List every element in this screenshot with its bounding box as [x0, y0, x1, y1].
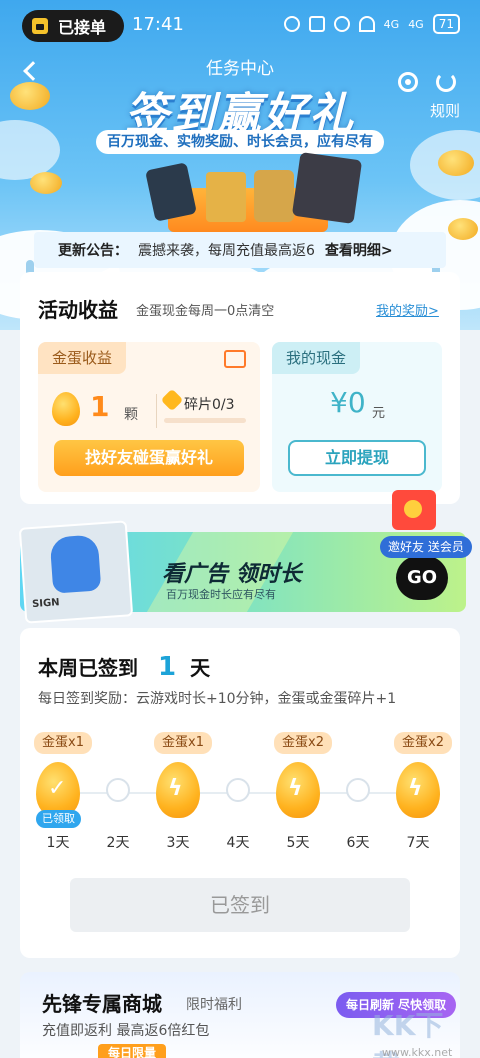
- check-icon: ✓: [48, 776, 67, 801]
- day-label: 1天: [46, 835, 70, 851]
- robot-mascot-icon: [49, 534, 102, 594]
- day-label: 5天: [286, 835, 310, 851]
- go-button[interactable]: GO: [396, 556, 448, 600]
- claimed-badge: 已领取: [36, 810, 81, 828]
- egg-count: 1: [90, 390, 110, 423]
- coin-decoration: [438, 150, 474, 176]
- order-status-label: 已接单: [58, 18, 107, 37]
- phone-image: [145, 162, 197, 222]
- golden-egg-icon: ϟ: [396, 762, 440, 818]
- signin-card: 本周已签到 1 天 每日签到奖励：云游戏时长+10分钟，金蛋或金蛋碎片+1 金蛋…: [20, 628, 460, 958]
- day-dot: [346, 778, 370, 802]
- signed-in-button[interactable]: 已签到: [70, 878, 410, 932]
- envelope-seal-icon: [404, 500, 422, 518]
- shop-title: 先锋专属商城: [42, 992, 162, 1016]
- ad-title: 看广告 领时长: [162, 562, 302, 587]
- fragment-progress-bar: [164, 418, 246, 423]
- earnings-card: 活动收益 金蛋现金每周一0点清空 我的奖励> 金蛋收益 1 颗 碎片0/3 找好…: [20, 272, 460, 504]
- system-icons: 4G 4G 71: [283, 14, 460, 34]
- signal-2-icon: 4G: [408, 17, 424, 31]
- day-dot: [106, 778, 130, 802]
- battery-icon: 71: [432, 14, 460, 34]
- status-bar: 已接单 17:41 4G 4G 71: [0, 0, 480, 50]
- sign-card-image: SIGN: [18, 520, 134, 624]
- shop-description: 充值即返利 最高返6倍红包: [42, 1023, 210, 1039]
- signin-title-pre: 本周已签到: [38, 656, 138, 680]
- divider: [156, 394, 157, 428]
- golden-egg-icon: ϟ: [276, 762, 320, 818]
- day-reward-tag: 金蛋x1: [154, 732, 212, 754]
- cash-box: 我的现金 ¥0 元 立即提现: [272, 342, 442, 492]
- card-image: [206, 172, 246, 222]
- card-image: [254, 170, 294, 222]
- watermark-url: www.kkx.net: [382, 1046, 453, 1058]
- withdraw-button[interactable]: 立即提现: [288, 440, 426, 476]
- daily-limited-tag: 每日限量: [98, 1044, 167, 1058]
- cash-amount: ¥0: [330, 386, 366, 419]
- ad-subtitle: 百万现金时长应有尽有: [166, 588, 276, 601]
- prize-illustration: [128, 150, 363, 232]
- egg-earnings-label: 金蛋收益: [38, 342, 127, 374]
- lightning-icon: ϟ: [168, 776, 183, 801]
- signin-title-post: 天: [190, 656, 211, 680]
- lightning-icon: ϟ: [408, 776, 423, 801]
- coin-decoration: [30, 172, 62, 194]
- alarm-icon: [283, 16, 300, 32]
- briefcase-icon: [32, 18, 48, 34]
- fragment-label: 碎片0/3: [184, 397, 235, 413]
- day-label: 2天: [106, 835, 130, 851]
- egg-earnings-box: 金蛋收益 1 颗 碎片0/3 找好友碰蛋赢好礼: [38, 342, 260, 492]
- notice-detail-link[interactable]: 查看明细>: [325, 240, 393, 260]
- earnings-title: 活动收益: [38, 298, 118, 322]
- cash-unit: 元: [372, 406, 386, 421]
- red-envelope-icon: [392, 490, 436, 530]
- wifi-icon: [358, 16, 375, 32]
- day-label: 6天: [346, 835, 370, 851]
- signin-description: 每日签到奖励：云游戏时长+10分钟，金蛋或金蛋碎片+1: [38, 691, 397, 707]
- lightning-icon: ϟ: [288, 776, 303, 801]
- egg-unit: 颗: [124, 407, 138, 423]
- day-label: 7天: [406, 835, 430, 851]
- day-label: 4天: [226, 835, 250, 851]
- invite-badge[interactable]: 邀好友 送会员: [380, 536, 472, 558]
- cash-label: 我的现金: [272, 342, 361, 374]
- coin-decoration: [448, 218, 478, 240]
- day-reward-tag: 金蛋x1: [34, 732, 92, 754]
- signin-heading: 本周已签到 1 天: [38, 652, 210, 682]
- earnings-subtitle: 金蛋现金每周一0点清空: [136, 304, 275, 319]
- day-label: 3天: [166, 835, 190, 851]
- list-icon[interactable]: [224, 350, 246, 368]
- clock: 17:41: [132, 14, 184, 35]
- day-reward-tag: 金蛋x2: [274, 732, 332, 754]
- order-status-pill[interactable]: 已接单: [22, 10, 124, 42]
- my-rewards-link[interactable]: 我的奖励>: [376, 300, 439, 319]
- shop-limited: 限时福利: [186, 997, 242, 1013]
- sign-card-text: SIGN: [31, 597, 60, 611]
- invite-egg-button[interactable]: 找好友碰蛋赢好礼: [54, 440, 244, 476]
- fragment-icon: [160, 388, 184, 412]
- shop-card: 先锋专属商城 限时福利 充值即返利 最高返6倍红包 每日刷新 尽快领取 每日限量…: [20, 972, 460, 1058]
- signin-count: 1: [158, 652, 177, 682]
- day-reward-tag: 金蛋x2: [394, 732, 452, 754]
- golden-egg-icon: [52, 392, 80, 426]
- tablet-image: [291, 151, 363, 225]
- signal-1-icon: 4G: [383, 17, 400, 31]
- notice-head: 更新公告：: [58, 243, 128, 259]
- day-dot: [226, 778, 250, 802]
- golden-egg-icon: ϟ: [156, 762, 200, 818]
- bluetooth-icon: [308, 16, 325, 32]
- notice-bar[interactable]: 更新公告： 震撼来袭，每周充值最高返6 查看明细>: [34, 232, 446, 268]
- mute-icon: [333, 16, 350, 32]
- notice-text: 震撼来袭，每周充值最高返6: [138, 243, 315, 259]
